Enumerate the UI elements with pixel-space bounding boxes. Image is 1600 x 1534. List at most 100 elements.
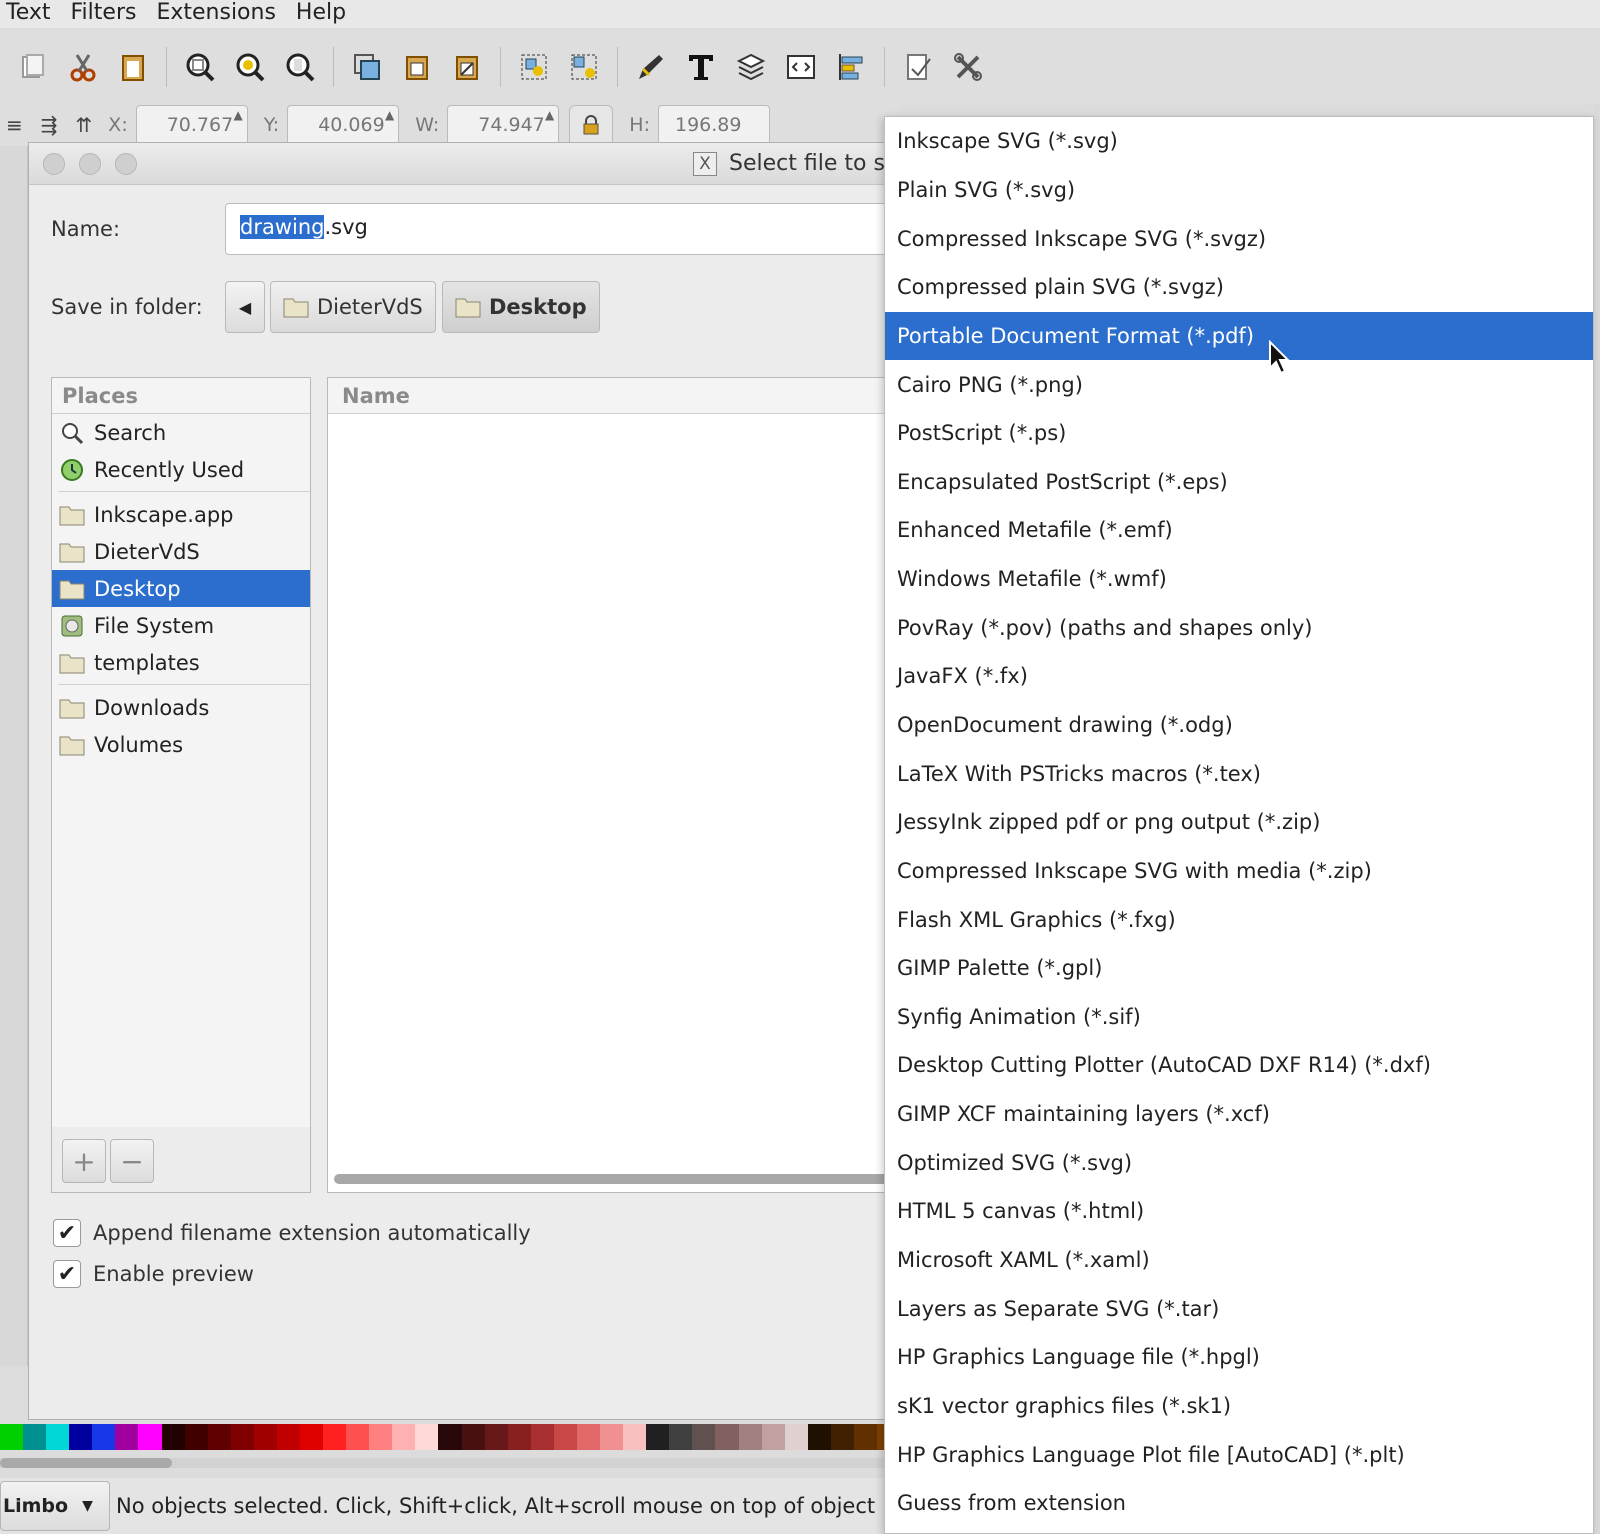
- color-swatch[interactable]: [784, 1424, 808, 1450]
- breadcrumb-dietervds[interactable]: DieterVdS: [270, 281, 436, 333]
- file-type-option[interactable]: Synfig Animation (*.sif): [885, 993, 1593, 1042]
- color-swatch[interactable]: [392, 1424, 416, 1450]
- color-swatch[interactable]: [461, 1424, 485, 1450]
- color-swatch[interactable]: [830, 1424, 854, 1450]
- file-type-option[interactable]: GIMP Palette (*.gpl): [885, 944, 1593, 993]
- file-type-option[interactable]: HP Graphics Language file (*.hpgl): [885, 1333, 1593, 1382]
- file-type-option[interactable]: Optimized SVG (*.svg): [885, 1138, 1593, 1187]
- file-type-option[interactable]: Desktop Cutting Plotter (AutoCAD DXF R14…: [885, 1041, 1593, 1090]
- color-swatch[interactable]: [69, 1424, 93, 1450]
- file-type-option[interactable]: GIMP XCF maintaining layers (*.xcf): [885, 1090, 1593, 1139]
- color-swatch[interactable]: [115, 1424, 139, 1450]
- append-extension-row[interactable]: ✔ Append filename extension automaticall…: [53, 1219, 531, 1247]
- color-swatch[interactable]: [692, 1424, 716, 1450]
- color-swatch[interactable]: [530, 1424, 554, 1450]
- color-swatch[interactable]: [507, 1424, 531, 1450]
- file-type-option[interactable]: Plain SVG (*.svg): [885, 166, 1593, 215]
- color-swatch[interactable]: [161, 1424, 185, 1450]
- file-type-option[interactable]: Microsoft XAML (*.xaml): [885, 1236, 1593, 1285]
- add-bookmark-button[interactable]: +: [62, 1139, 106, 1183]
- h-field[interactable]: 196.89: [657, 105, 770, 145]
- align-distribute-icon[interactable]: [830, 46, 872, 88]
- file-type-option[interactable]: Inkscape SVG (*.svg): [885, 117, 1593, 166]
- remove-bookmark-button[interactable]: −: [110, 1139, 154, 1183]
- minimize-window-button[interactable]: [79, 153, 101, 175]
- color-swatch[interactable]: [369, 1424, 393, 1450]
- y-field[interactable]: 40.069 ▲: [287, 105, 400, 145]
- file-type-option[interactable]: Compressed Inkscape SVG with media (*.zi…: [885, 847, 1593, 896]
- close-window-button[interactable]: [43, 153, 65, 175]
- text-tool-icon[interactable]: [680, 46, 722, 88]
- spin-arrows-icon[interactable]: ▲: [545, 108, 554, 122]
- zoom-window-button[interactable]: [115, 153, 137, 175]
- file-type-option[interactable]: Guess from extension: [885, 1479, 1593, 1528]
- place-search[interactable]: Search: [52, 414, 310, 451]
- color-swatch[interactable]: [0, 1424, 24, 1450]
- duplicate-icon[interactable]: [346, 46, 388, 88]
- color-swatch[interactable]: [646, 1424, 670, 1450]
- layer-selector[interactable]: Limbo ▼: [0, 1481, 110, 1531]
- place-volumes[interactable]: Volumes: [52, 726, 310, 763]
- place-templates[interactable]: templates: [52, 644, 310, 681]
- group-icon[interactable]: [513, 46, 555, 88]
- scrollbar-thumb[interactable]: [0, 1458, 172, 1468]
- unlink-clone-icon[interactable]: [446, 46, 488, 88]
- file-type-option[interactable]: HP Graphics Language Plot file [AutoCAD]…: [885, 1430, 1593, 1479]
- file-type-option[interactable]: JavaFX (*.fx): [885, 652, 1593, 701]
- color-swatch[interactable]: [715, 1424, 739, 1450]
- align-text-icon[interactable]: ⇶: [41, 113, 58, 137]
- file-type-option[interactable]: Compressed plain SVG (*.svgz): [885, 263, 1593, 312]
- menu-filters[interactable]: Filters: [65, 0, 151, 28]
- clone-icon[interactable]: [396, 46, 438, 88]
- color-swatch[interactable]: [761, 1424, 785, 1450]
- file-type-option[interactable]: Encapsulated PostScript (*.eps): [885, 457, 1593, 506]
- color-swatch[interactable]: [853, 1424, 877, 1450]
- place-inkscape-app[interactable]: Inkscape.app: [52, 496, 310, 533]
- ungroup-icon[interactable]: [563, 46, 605, 88]
- zoom-selection-icon[interactable]: [179, 46, 221, 88]
- color-palette[interactable]: [0, 1424, 901, 1450]
- spin-arrows-icon[interactable]: ▲: [233, 108, 242, 122]
- breadcrumb-back-button[interactable]: ◀: [225, 281, 265, 333]
- file-type-option[interactable]: OpenDocument drawing (*.odg): [885, 701, 1593, 750]
- menu-text[interactable]: Text: [0, 0, 65, 28]
- file-type-option[interactable]: JessyInk zipped pdf or png output (*.zip…: [885, 798, 1593, 847]
- color-swatch[interactable]: [23, 1424, 47, 1450]
- color-swatch[interactable]: [230, 1424, 254, 1450]
- color-swatch[interactable]: [346, 1424, 370, 1450]
- fill-stroke-icon[interactable]: [630, 46, 672, 88]
- color-swatch[interactable]: [276, 1424, 301, 1450]
- color-swatch[interactable]: [600, 1424, 624, 1450]
- color-swatch[interactable]: [576, 1424, 601, 1450]
- enable-preview-checkbox[interactable]: ✔: [53, 1260, 81, 1288]
- file-type-option[interactable]: Portable Document Format (*.pdf): [885, 311, 1593, 361]
- append-extension-checkbox[interactable]: ✔: [53, 1219, 81, 1247]
- color-swatch[interactable]: [484, 1424, 508, 1450]
- file-type-option[interactable]: Windows Metafile (*.wmf): [885, 555, 1593, 604]
- color-swatch[interactable]: [669, 1424, 693, 1450]
- file-type-option[interactable]: sK1 vector graphics files (*.sk1): [885, 1382, 1593, 1431]
- canvas-hscrollbar[interactable]: [0, 1458, 900, 1468]
- breadcrumb-desktop[interactable]: Desktop: [442, 281, 600, 333]
- file-type-option[interactable]: Layers as Separate SVG (*.tar): [885, 1284, 1593, 1333]
- file-type-option[interactable]: HTML 5 canvas (*.html): [885, 1187, 1593, 1236]
- color-swatch[interactable]: [92, 1424, 116, 1450]
- zoom-page-icon[interactable]: [279, 46, 321, 88]
- color-swatch[interactable]: [184, 1424, 208, 1450]
- file-type-option[interactable]: Cairo PNG (*.png): [885, 360, 1593, 409]
- zoom-drawing-icon[interactable]: [229, 46, 271, 88]
- color-swatch[interactable]: [415, 1424, 439, 1450]
- file-type-option[interactable]: Flash XML Graphics (*.fxg): [885, 895, 1593, 944]
- color-swatch[interactable]: [253, 1424, 277, 1450]
- file-type-option[interactable]: Enhanced Metafile (*.emf): [885, 506, 1593, 555]
- color-swatch[interactable]: [300, 1424, 324, 1450]
- paste-icon[interactable]: [112, 46, 154, 88]
- place-file-system[interactable]: File System: [52, 607, 310, 644]
- raise-icon[interactable]: ⇈: [76, 113, 93, 137]
- xml-editor-icon[interactable]: [780, 46, 822, 88]
- color-swatch[interactable]: [438, 1424, 462, 1450]
- color-swatch[interactable]: [807, 1424, 831, 1450]
- file-type-option[interactable]: LaTeX With PSTricks macros (*.tex): [885, 749, 1593, 798]
- color-swatch[interactable]: [738, 1424, 762, 1450]
- place-dietervds[interactable]: DieterVdS: [52, 533, 310, 570]
